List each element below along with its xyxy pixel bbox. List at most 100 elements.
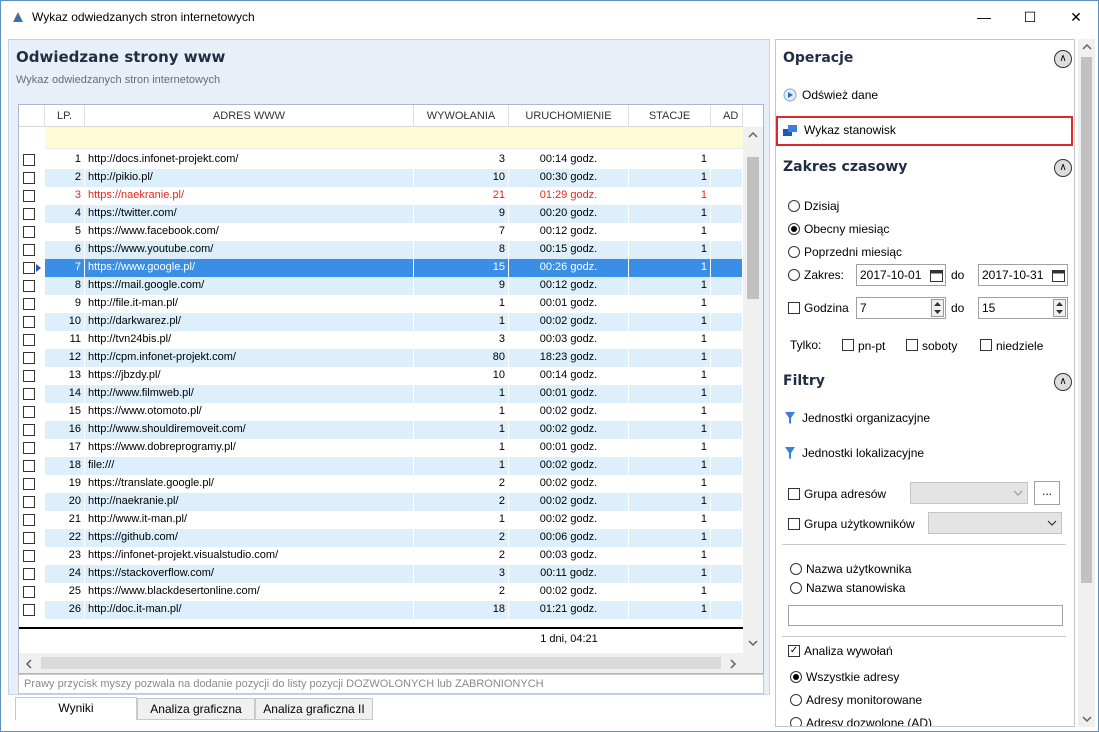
row-checkbox[interactable]	[23, 190, 35, 202]
table-row[interactable]: 11 http://tvn24bis.pl/3 00:03 godz. 1	[19, 331, 743, 349]
table-row[interactable]: 22 https://github.com/2 00:06 godz. 1	[19, 529, 743, 547]
row-checkbox[interactable]	[23, 334, 35, 346]
table-row[interactable]: 2 http://pikio.pl/10 00:30 godz. 1	[19, 169, 743, 187]
radio-zakres[interactable]	[788, 269, 800, 281]
row-checkbox[interactable]	[23, 262, 35, 274]
col-wywolania[interactable]: WYWOŁANIA	[414, 105, 509, 127]
table-row[interactable]: 10 http://darkwarez.pl/1 00:02 godz. 1	[19, 313, 743, 331]
grupa-adresow-select[interactable]	[910, 482, 1028, 504]
row-checkbox[interactable]	[23, 424, 35, 436]
checkbox-pn-pt[interactable]	[842, 339, 854, 351]
col-ad[interactable]: AD	[711, 105, 743, 127]
row-checkbox[interactable]	[23, 496, 35, 508]
row-checkbox[interactable]	[23, 226, 35, 238]
row-checkbox[interactable]	[23, 352, 35, 364]
table-row[interactable]: 12 http://cpm.infonet-projekt.com/80 18:23…	[19, 349, 743, 367]
right-scroll-thumb[interactable]	[1081, 57, 1092, 583]
table-row[interactable]: 19 https://translate.google.pl/2 00:02 god…	[19, 475, 743, 493]
table-row[interactable]: 14 http://www.filmweb.pl/1 00:01 godz. 1	[19, 385, 743, 403]
calendar-icon[interactable]	[1052, 269, 1065, 282]
grid-hscroll-thumb[interactable]	[41, 657, 721, 669]
refresh-data-button[interactable]: Odśwież dane	[776, 81, 1074, 109]
table-row[interactable]: 18 file:///1 00:02 godz. 1	[19, 457, 743, 475]
table-row[interactable]: 5 https://www.facebook.com/7 00:12 godz. 1	[19, 223, 743, 241]
radio-nazwa-stanowiska[interactable]	[790, 582, 802, 594]
date-to-field[interactable]: 2017-10-31	[978, 264, 1068, 286]
row-checkbox[interactable]	[23, 460, 35, 472]
row-checkbox[interactable]	[23, 280, 35, 292]
collapse-operacje-icon[interactable]: ∧	[1054, 50, 1072, 68]
row-checkbox[interactable]	[23, 532, 35, 544]
radio-obecny-miesiac[interactable]	[788, 223, 800, 235]
scroll-left-icon[interactable]	[25, 659, 33, 669]
table-row[interactable]: 24 https://stackoverflow.com/3 00:11 godz.…	[19, 565, 743, 583]
row-checkbox[interactable]	[23, 154, 35, 166]
checkbox-grupa-adresow[interactable]	[788, 488, 800, 500]
table-row[interactable]: 25 https://www.blackdesertonline.com/2 00:…	[19, 583, 743, 601]
collapse-zakres-icon[interactable]: ∧	[1054, 159, 1072, 177]
table-row[interactable]: 1 http://docs.infonet-projekt.com/3 00:14 …	[19, 151, 743, 169]
row-checkbox[interactable]	[23, 208, 35, 220]
spinner-icon[interactable]	[931, 299, 944, 317]
row-checkbox[interactable]	[23, 442, 35, 454]
grupa-uzytkownikow-select[interactable]	[928, 512, 1062, 534]
scroll-down-icon[interactable]	[748, 639, 758, 647]
row-checkbox[interactable]	[23, 244, 35, 256]
name-search-input[interactable]	[788, 605, 1063, 626]
row-checkbox[interactable]	[23, 172, 35, 184]
tab-analiza-graficzna[interactable]: Analiza graficzna	[137, 698, 255, 720]
checkbox-niedziele[interactable]	[980, 339, 992, 351]
table-row[interactable]: 21 http://www.it-man.pl/1 00:02 godz. 1	[19, 511, 743, 529]
table-row[interactable]: 15 https://www.otomoto.pl/1 00:02 godz. 1	[19, 403, 743, 421]
date-from-field[interactable]: 2017-10-01	[856, 264, 946, 286]
tab-analiza-graficzna-2[interactable]: Analiza graficzna II	[255, 698, 373, 720]
col-adres[interactable]: ADRES WWW	[85, 105, 414, 127]
maximize-button[interactable]: ☐	[1007, 1, 1053, 33]
table-row[interactable]: 8 https://mail.google.com/9 00:12 godz. 1	[19, 277, 743, 295]
browse-button[interactable]: ...	[1034, 481, 1060, 505]
row-checkbox[interactable]	[23, 550, 35, 562]
scroll-down-icon[interactable]	[1082, 715, 1092, 723]
grid-scroll-thumb[interactable]	[747, 157, 759, 299]
table-row[interactable]: 17 https://www.dobreprogramy.pl/1 00:01 go…	[19, 439, 743, 457]
scroll-up-icon[interactable]	[748, 131, 758, 139]
row-checkbox[interactable]	[23, 406, 35, 418]
scroll-right-icon[interactable]	[729, 659, 737, 669]
close-button[interactable]: ✕	[1053, 1, 1099, 33]
jednostki-lok-button[interactable]: Jednostki lokalizacyjne	[776, 439, 1074, 467]
table-row[interactable]: 23 https://infonet-projekt.visualstudio.c…	[19, 547, 743, 565]
grid-vertical-scrollbar[interactable]	[743, 127, 763, 673]
col-lp[interactable]: LP.	[45, 105, 85, 127]
row-checkbox[interactable]	[23, 478, 35, 490]
radio-adresy-dozwolone[interactable]	[790, 717, 802, 726]
filter-row[interactable]	[45, 127, 743, 149]
jednostki-org-button[interactable]: Jednostki organizacyjne	[776, 404, 1074, 432]
row-checkbox[interactable]	[23, 298, 35, 310]
radio-adresy-monitorowane[interactable]	[790, 694, 802, 706]
hour-from-field[interactable]: 7	[856, 297, 946, 319]
table-row[interactable]: 16 http://www.shouldiremoveit.com/1 00:02 …	[19, 421, 743, 439]
checkbox-grupa-uzytkownikow[interactable]	[788, 518, 800, 530]
calendar-icon[interactable]	[930, 269, 943, 282]
row-checkbox[interactable]	[23, 514, 35, 526]
row-checkbox[interactable]	[23, 568, 35, 580]
scroll-up-icon[interactable]	[1082, 43, 1092, 51]
table-row[interactable]: 9 http://file.it-man.pl/1 00:01 godz. 1	[19, 295, 743, 313]
row-checkbox[interactable]	[23, 370, 35, 382]
row-checkbox[interactable]	[23, 586, 35, 598]
table-row[interactable]: 26 http://doc.it-man.pl/18 01:21 godz. 1	[19, 601, 743, 619]
spinner-icon[interactable]	[1053, 299, 1066, 317]
radio-dzisiaj[interactable]	[788, 200, 800, 212]
stations-list-button[interactable]: Wykaz stanowisk	[776, 116, 1073, 146]
checkbox-soboty[interactable]	[906, 339, 918, 351]
table-row[interactable]: 3 https://naekranie.pl/21 01:29 godz. 1	[19, 187, 743, 205]
checkbox-godzina[interactable]	[788, 302, 800, 314]
radio-wszystkie-adresy[interactable]	[790, 671, 802, 683]
radio-poprzedni-miesiac[interactable]	[788, 246, 800, 258]
row-checkbox[interactable]	[23, 604, 35, 616]
row-checkbox[interactable]	[23, 388, 35, 400]
table-row[interactable]: 6 https://www.youtube.com/8 00:15 godz. 1	[19, 241, 743, 259]
minimize-button[interactable]: —	[961, 1, 1007, 33]
table-row[interactable]: 20 http://naekranie.pl/2 00:02 godz. 1	[19, 493, 743, 511]
row-checkbox[interactable]	[23, 316, 35, 328]
